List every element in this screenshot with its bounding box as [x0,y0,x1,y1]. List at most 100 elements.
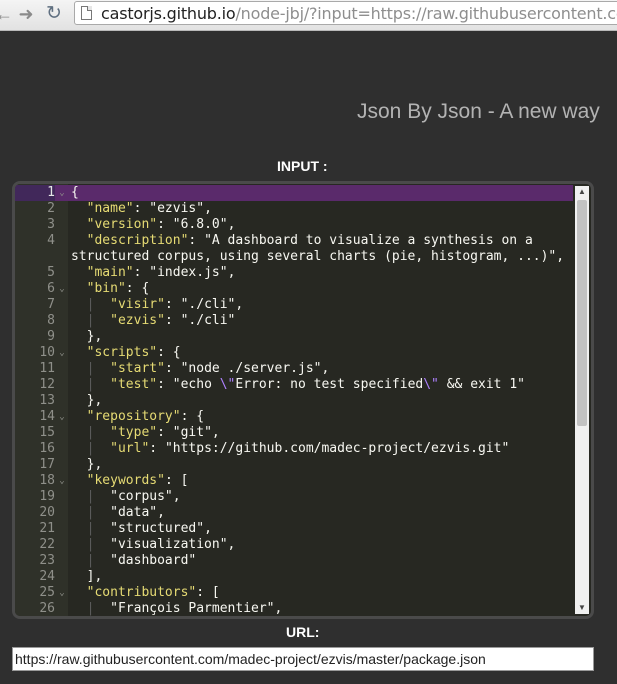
code-line[interactable]: 14 ⌄ "repository": { [15,409,573,425]
code-punctuation [71,233,87,248]
code-key: "repository" [86,409,181,424]
address-path: /node-jbj/?input=https://raw.githubuserc… [235,4,617,23]
code-line[interactable]: 4 "description": "A dashboard to visuali… [15,233,573,249]
code-punctuation: : [164,313,181,328]
code-key: "bin" [86,281,126,296]
fold-chevron-icon[interactable]: ⌄ [57,473,67,489]
line-number: 13 [39,393,55,408]
code-line[interactable]: 21 | "structured", [15,521,573,537]
scroll-thumb[interactable] [577,200,587,426]
code-line[interactable]: 5 "main": "index.js", [15,265,573,281]
code-punctuation [94,441,110,456]
code-line[interactable]: 17 }, [15,457,573,473]
code-line[interactable]: 16 | "url": "https://github.com/madec-pr… [15,441,573,457]
code-punctuation [94,505,110,520]
line-number: 12 [39,377,55,392]
code-punctuation: : [164,361,181,376]
code-line[interactable]: 7 | "visir": "./cli", [15,297,573,313]
code-punctuation: : [133,201,150,216]
json-editor[interactable]: 1 ⌄{2 "name": "ezvis", 3 "version": "6.8.0… [12,181,594,619]
code-punctuation [71,345,87,360]
code-text: | "start": "node ./server.js", [71,361,330,377]
code-punctuation: : [188,233,205,248]
code-line[interactable]: 8 | "ezvis": "./cli" [15,313,573,329]
code-line[interactable]: 20 | "data", [15,505,573,521]
input-label: INPUT : [277,158,328,174]
url-input[interactable] [12,647,594,671]
scroll-up-icon[interactable]: ▲ [575,186,589,198]
code-string: "https://github.com/madec-project/ezvis.… [164,441,510,456]
code-punctuation [94,521,110,536]
fold-chevron-icon[interactable]: ⌄ [57,409,67,425]
fold-chevron-icon[interactable]: ⌄ [57,345,67,361]
code-line[interactable]: 2 "name": "ezvis", [15,201,573,217]
code-line[interactable]: 23 | "dashboard" [15,553,573,569]
code-key: "type" [110,425,158,440]
code-punctuation: ], [71,569,103,584]
line-number: 8 [47,313,55,328]
code-text: "keywords": [ [71,473,189,489]
line-number: 11 [39,361,55,376]
code-string: Error: no test specified [235,377,424,392]
code-punctuation [94,313,110,328]
code-punctuation [71,521,87,536]
code-line[interactable]: 24 ], [15,569,573,585]
code-line[interactable]: structured corpus, using several charts … [15,249,573,265]
code-punctuation: }, [71,329,103,344]
code-punctuation: , [227,265,236,280]
code-line[interactable]: 22 | "visualization", [15,537,573,553]
code-line[interactable]: 10 ⌄ "scripts": { [15,345,573,361]
code-line[interactable]: 11 | "start": "node ./server.js", [15,361,573,377]
address-bar[interactable]: castorjs.github.io/node-jbj/?input=https… [74,1,617,25]
code-text: | "url": "https://github.com/madec-proje… [71,441,510,457]
code-punctuation: , [227,217,236,232]
back-arrow-icon[interactable]: ← [0,4,14,24]
code-text: | "dashboard" [71,553,197,569]
fold-chevron-icon[interactable]: ⌄ [57,185,67,201]
url-label: URL: [286,624,320,640]
code-line[interactable]: 18 ⌄ "keywords": [ [15,473,573,489]
fold-chevron-icon[interactable]: ⌄ [57,281,67,297]
line-number: 2 [47,201,55,216]
code-escape: \" [219,377,236,392]
code-line[interactable]: 26 | "François Parmentier", [15,601,573,616]
code-line[interactable]: 9 }, [15,329,573,345]
code-line[interactable]: 6 ⌄ "bin": { [15,281,573,297]
code-punctuation: , [172,489,181,504]
fold-chevron-icon[interactable]: ⌄ [57,585,67,601]
code-punctuation: }, [71,393,103,408]
code-punctuation [71,377,87,392]
code-line[interactable]: 13 }, [15,393,573,409]
code-line[interactable]: 1 ⌄ { [15,185,573,201]
code-line[interactable]: 19 | "corpus", [15,489,573,505]
code-punctuation: , [227,537,236,552]
forward-arrow-icon[interactable]: ➜ [16,4,36,24]
line-number: 21 [39,521,55,536]
code-line[interactable]: 12 | "test": "echo \"Error: no test spec… [15,377,573,393]
line-number: 25 [39,585,55,600]
code-key: "keywords" [86,473,165,488]
editor-scrollbar[interactable]: ▲ ▼ [575,186,589,614]
code-text: "scripts": { [71,345,181,361]
line-number: 4 [47,233,55,248]
code-text: }, [71,393,103,409]
code-text: "version": "6.8.0", [71,217,236,233]
code-string: "corpus" [110,489,173,504]
editor-lines[interactable]: 1 ⌄{2 "name": "ezvis", 3 "version": "6.8.0… [15,185,573,616]
code-text: }, [71,329,103,345]
code-punctuation: , [321,361,330,376]
code-line[interactable]: 15 | "type": "git", [15,425,573,441]
code-line[interactable]: 25 ⌄ "contributors": [ [15,585,573,601]
code-punctuation: : [157,425,173,440]
address-host: castorjs.github.io [101,4,236,23]
scroll-down-icon[interactable]: ▼ [575,602,589,614]
code-string: "./cli" [180,313,236,328]
code-punctuation: : { [157,345,181,360]
code-line[interactable]: 3 "version": "6.8.0", [15,217,573,233]
code-text: }, [71,457,103,473]
reload-icon[interactable]: ↻ [44,4,64,24]
code-punctuation [94,361,110,376]
code-string: "structured" [110,521,205,536]
code-key: "main" [86,265,134,280]
code-string: "echo [172,377,220,392]
